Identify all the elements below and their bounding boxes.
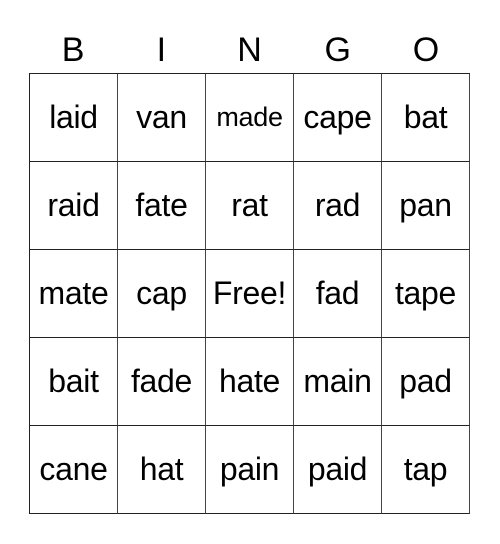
bingo-cell[interactable]: tape (382, 250, 470, 338)
bingo-cell[interactable]: pad (382, 338, 470, 426)
bingo-cell[interactable]: cap (118, 250, 206, 338)
bingo-cell[interactable]: rad (294, 162, 382, 250)
bingo-cell[interactable]: bait (30, 338, 118, 426)
bingo-cell[interactable]: cane (30, 426, 118, 514)
header-letter-b: B (61, 31, 85, 69)
bingo-cell[interactable]: made (206, 74, 294, 162)
bingo-cell[interactable]: tap (382, 426, 470, 514)
header-letter-g: G (324, 31, 351, 69)
bingo-cell[interactable]: fade (118, 338, 206, 426)
bingo-cell[interactable]: laid (30, 74, 118, 162)
bingo-cell[interactable]: cape (294, 74, 382, 162)
bingo-cell[interactable]: paid (294, 426, 382, 514)
header-letter-o: O (412, 31, 440, 69)
bingo-cell[interactable]: bat (382, 74, 470, 162)
bingo-cell[interactable]: hate (206, 338, 294, 426)
bingo-cell[interactable]: main (294, 338, 382, 426)
bingo-cell[interactable]: rat (206, 162, 294, 250)
bingo-cell[interactable]: hat (118, 426, 206, 514)
header-letter-i: I (156, 31, 167, 69)
bingo-cell[interactable]: mate (30, 250, 118, 338)
bingo-cell[interactable]: raid (30, 162, 118, 250)
bingo-cell[interactable]: van (118, 74, 206, 162)
bingo-cell[interactable]: pain (206, 426, 294, 514)
bingo-header: B I N G O (29, 30, 470, 70)
bingo-board: laid van made cape bat raid fate rat rad… (29, 73, 470, 514)
header-letter-n: N (237, 31, 262, 69)
bingo-cell[interactable]: fate (118, 162, 206, 250)
free-space-cell[interactable]: Free! (206, 250, 294, 338)
bingo-cell[interactable]: fad (294, 250, 382, 338)
bingo-cell[interactable]: pan (382, 162, 470, 250)
